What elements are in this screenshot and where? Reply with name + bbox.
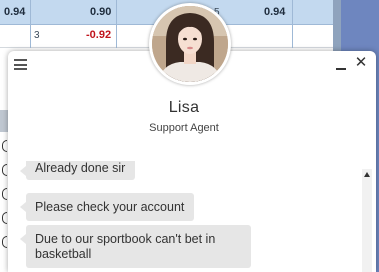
agent-avatar — [149, 3, 231, 85]
message-list[interactable]: Already done sir Please check your accou… — [8, 161, 360, 272]
table-divider — [292, 0, 293, 48]
hamburger-icon[interactable] — [14, 59, 27, 70]
scrollbar[interactable] — [362, 169, 372, 272]
message-bubble: Please check your account — [19, 193, 195, 221]
odds-cell[interactable]: 0.94 — [4, 6, 25, 18]
odds-cell-label: 3 — [34, 30, 40, 41]
message-bubble: Already done sir — [19, 161, 136, 180]
scroll-up-arrow-icon[interactable] — [364, 172, 370, 177]
table-divider — [30, 0, 31, 48]
chat-widget: ✕ Lisa Support Agent Already done sir Pl… — [8, 3, 376, 272]
minimize-icon[interactable] — [335, 58, 347, 72]
odds-cell[interactable]: -0.92 — [86, 29, 111, 41]
odds-cell[interactable]: 0.90 — [90, 6, 111, 18]
odds-cell[interactable]: 0.94 — [264, 6, 285, 18]
row-highlight — [0, 110, 8, 132]
close-icon[interactable]: ✕ — [354, 55, 368, 70]
table-divider — [116, 0, 117, 48]
agent-name: Lisa — [168, 99, 200, 116]
agent-role: Support Agent — [149, 122, 219, 134]
message-bubble: Due to our sportbook can't bet in basket… — [20, 225, 251, 268]
